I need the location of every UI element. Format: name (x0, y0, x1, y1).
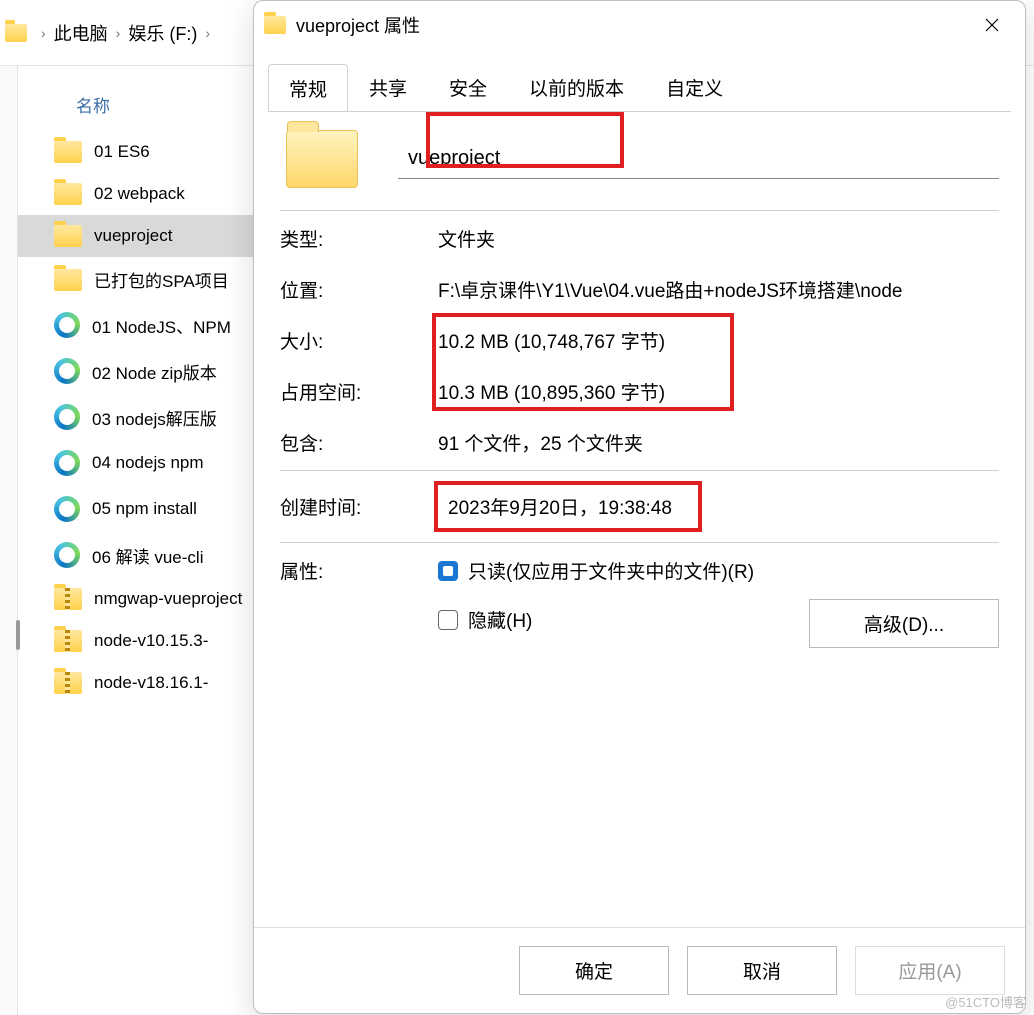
edge-icon (54, 358, 80, 384)
dialog-button-bar: 确定 取消 应用(A) (254, 927, 1025, 1013)
zip-icon (54, 588, 82, 610)
list-item[interactable]: 01 ES6 (18, 131, 258, 173)
list-item[interactable]: 03 nodejs解压版 (18, 394, 258, 440)
close-button[interactable] (969, 2, 1015, 48)
cancel-button[interactable]: 取消 (687, 946, 837, 995)
file-label: 06 解读 vue-cli (92, 543, 203, 568)
file-list[interactable]: 名称 01 ES6 02 webpack vueproject 已打包的SPA项… (18, 66, 258, 1015)
edge-icon (54, 312, 80, 338)
value-size-text: 10.2 MB (10,748,767 字节) (438, 332, 665, 353)
chevron-right-icon: › (205, 25, 210, 41)
label-type: 类型: (280, 225, 438, 252)
label-size-on-disk: 占用空间: (280, 378, 438, 405)
divider (280, 470, 999, 471)
scrollbar-thumb[interactable] (16, 620, 20, 650)
value-type: 文件夹 (438, 225, 999, 252)
list-item[interactable]: 06 解读 vue-cli (18, 532, 258, 578)
label-contains: 包含: (280, 429, 438, 456)
list-item[interactable]: 02 webpack (18, 173, 258, 215)
file-label: 已打包的SPA项目 (94, 267, 229, 292)
ok-button[interactable]: 确定 (519, 946, 669, 995)
file-label: node-v18.16.1- (94, 673, 208, 693)
folder-icon (54, 141, 82, 163)
file-label: 02 webpack (94, 184, 185, 204)
value-size-on-disk-text: 10.3 MB (10,895,360 字节) (438, 383, 665, 404)
close-icon (985, 18, 999, 32)
tab-sharing[interactable]: 共享 (348, 63, 428, 111)
tab-security[interactable]: 安全 (428, 63, 508, 111)
list-item[interactable]: vueproject (18, 215, 258, 257)
divider (280, 210, 999, 211)
file-label: 01 NodeJS、NPM (92, 313, 231, 338)
dialog-title: vueproject 属性 (296, 12, 969, 38)
edge-icon (54, 450, 80, 476)
readonly-checkbox-row[interactable]: 只读(仅应用于文件夹中的文件)(R) (438, 557, 754, 584)
hidden-checkbox-row[interactable]: 隐藏(H) (438, 606, 754, 633)
value-contains: 91 个文件，25 个文件夹 (438, 429, 999, 456)
dialog-titlebar[interactable]: vueproject 属性 (254, 1, 1025, 49)
watermark: @51CTO博客 (945, 992, 1026, 1011)
hidden-label: 隐藏(H) (468, 606, 532, 633)
readonly-label: 只读(仅应用于文件夹中的文件)(R) (468, 557, 754, 584)
folder-icon (54, 269, 82, 291)
file-label: 05 npm install (92, 499, 197, 519)
list-item[interactable]: nmgwap-vueproject (18, 578, 258, 620)
checkbox-indeterminate-icon[interactable] (438, 561, 458, 581)
file-label: 01 ES6 (94, 142, 150, 162)
chevron-right-icon: › (41, 25, 46, 41)
tab-content-general: 类型: 文件夹 位置: F:\卓京课件\Y1\Vue\04.vue路由+node… (268, 111, 1011, 927)
folder-icon (5, 24, 27, 42)
file-label: vueproject (94, 226, 172, 246)
advanced-button[interactable]: 高级(D)... (809, 599, 999, 648)
file-label: 03 nodejs解压版 (92, 405, 217, 430)
label-attributes: 属性: (280, 557, 438, 584)
label-created: 创建时间: (280, 493, 438, 520)
tab-previous-versions[interactable]: 以前的版本 (508, 63, 645, 111)
edge-icon (54, 542, 80, 568)
breadcrumb-item[interactable]: 娱乐 (F:) (128, 20, 197, 46)
column-header-name[interactable]: 名称 (18, 86, 258, 131)
value-created: 2023年9月20日，19:38:48 (438, 485, 999, 528)
edge-icon (54, 404, 80, 430)
folder-icon (54, 225, 82, 247)
value-created-text: 2023年9月20日，19:38:48 (438, 485, 698, 528)
file-label: 02 Node zip版本 (92, 359, 217, 384)
folder-icon (286, 130, 358, 188)
label-location: 位置: (280, 276, 438, 303)
apply-button[interactable]: 应用(A) (855, 946, 1005, 995)
tab-customize[interactable]: 自定义 (645, 63, 744, 111)
nav-pane (0, 66, 18, 1015)
list-item[interactable]: 01 NodeJS、NPM (18, 302, 258, 348)
properties-dialog: vueproject 属性 常规 共享 安全 以前的版本 自定义 类型: 文件夹… (253, 0, 1026, 1014)
chevron-right-icon: › (116, 25, 121, 41)
folder-name-input[interactable] (398, 139, 999, 179)
tab-strip: 常规 共享 安全 以前的版本 自定义 (254, 49, 1025, 111)
divider (280, 542, 999, 543)
value-size: 10.2 MB (10,748,767 字节) (438, 327, 999, 354)
breadcrumb-item[interactable]: 此电脑 (54, 20, 108, 46)
list-item[interactable]: 已打包的SPA项目 (18, 257, 258, 302)
list-item[interactable]: 05 npm install (18, 486, 258, 532)
zip-icon (54, 630, 82, 652)
list-item[interactable]: 04 nodejs npm (18, 440, 258, 486)
zip-icon (54, 672, 82, 694)
folder-icon (264, 16, 286, 34)
value-size-on-disk: 10.3 MB (10,895,360 字节) (438, 378, 999, 405)
file-label: node-v10.15.3- (94, 631, 208, 651)
edge-icon (54, 496, 80, 522)
list-item[interactable]: node-v10.15.3- (18, 620, 258, 662)
list-item[interactable]: node-v18.16.1- (18, 662, 258, 704)
list-item[interactable]: 02 Node zip版本 (18, 348, 258, 394)
file-label: 04 nodejs npm (92, 453, 204, 473)
folder-icon (54, 183, 82, 205)
tab-general[interactable]: 常规 (268, 64, 348, 112)
label-size: 大小: (280, 327, 438, 354)
file-label: nmgwap-vueproject (94, 589, 242, 609)
checkbox-empty-icon[interactable] (438, 610, 458, 630)
value-location: F:\卓京课件\Y1\Vue\04.vue路由+nodeJS环境搭建\node (438, 276, 999, 303)
